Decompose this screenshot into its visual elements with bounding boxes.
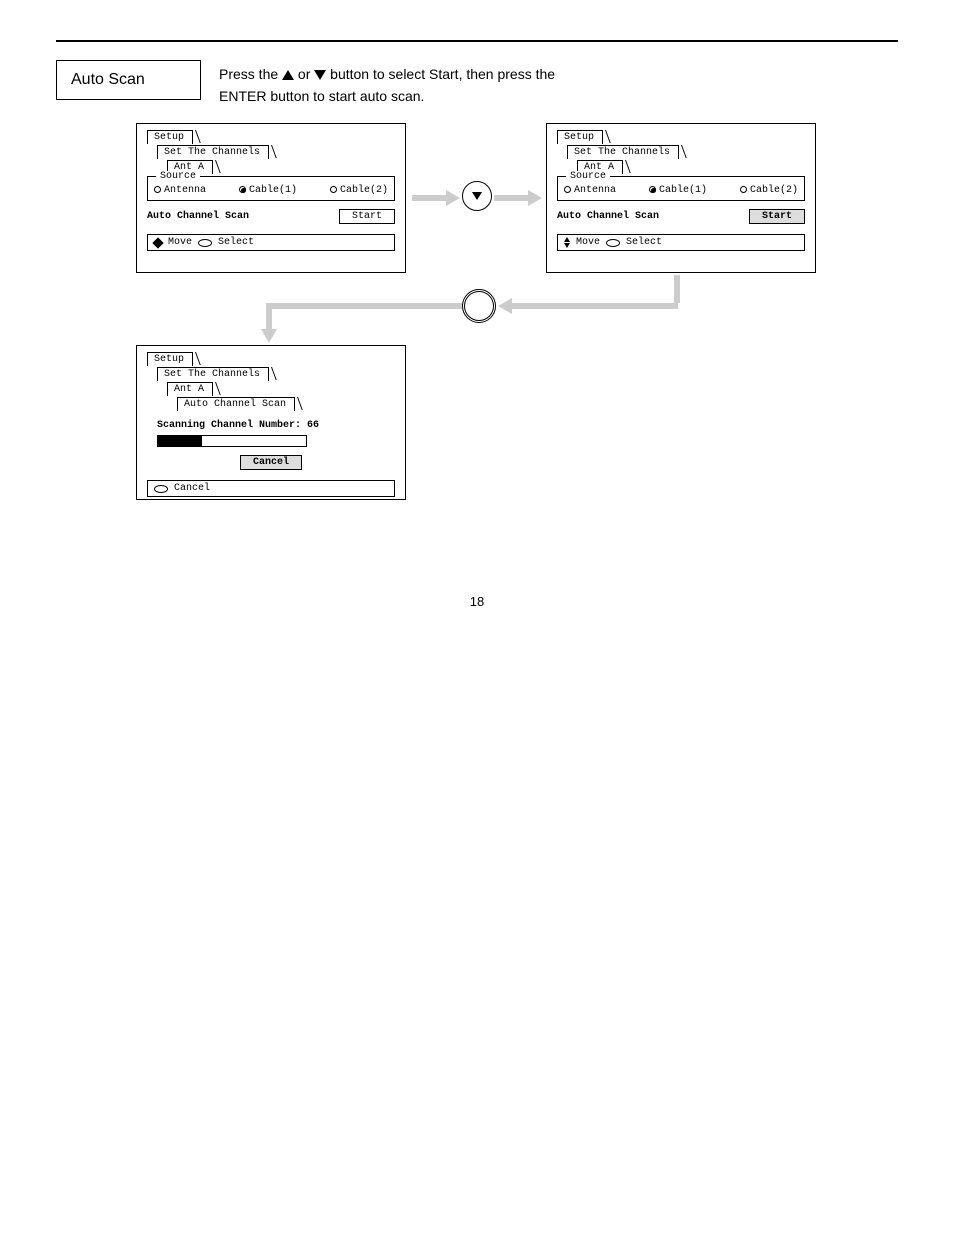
tab-setup: Setup <box>557 130 603 144</box>
move-icon <box>152 237 163 248</box>
section-label-text: Auto Scan <box>71 71 145 88</box>
radio-cable2[interactable]: Cable(2) <box>740 185 798 196</box>
select-icon <box>198 239 212 247</box>
nav-bar: Move Select <box>147 234 395 251</box>
radio-cable1[interactable]: Cable(1) <box>239 185 297 196</box>
page-number: 18 <box>0 594 954 609</box>
select-icon <box>606 239 620 247</box>
flow-arrow <box>266 303 272 333</box>
progress-fill <box>158 436 202 446</box>
flow-arrow <box>674 275 680 303</box>
up-arrow-icon <box>282 70 294 80</box>
nav-bar: Cancel <box>147 480 395 497</box>
remote-down-button[interactable] <box>462 181 492 211</box>
radio-cable1[interactable]: Cable(1) <box>649 185 707 196</box>
source-box: Source Antenna Cable(1) Cable(2) <box>557 176 805 201</box>
instr-frag: Press the <box>219 66 282 82</box>
start-button-highlighted[interactable]: Start <box>749 209 805 224</box>
down-arrow-icon <box>314 70 326 80</box>
tab-ant: Ant A <box>167 382 213 396</box>
tab-setchannels: Set The Channels <box>157 367 269 381</box>
radio-antenna[interactable]: Antenna <box>154 185 206 196</box>
flow-diagram: Setup Set The Channels Ant A Source Ante… <box>56 123 898 563</box>
radio-cable2[interactable]: Cable(2) <box>330 185 388 196</box>
menu-panel-3: Setup Set The Channels Ant A Auto Channe… <box>136 345 406 500</box>
auto-scan-label: Auto Channel Scan <box>147 211 249 222</box>
menu-panel-1: Setup Set The Channels Ant A Source Ante… <box>136 123 406 273</box>
source-box: Source Antenna Cable(1) Cable(2) <box>147 176 395 201</box>
nav-cancel: Cancel <box>174 483 210 494</box>
instr-frag: ENTER button to start auto scan. <box>219 88 424 104</box>
move-icon <box>564 237 570 248</box>
tab-setup: Setup <box>147 352 193 366</box>
menu-panel-2: Setup Set The Channels Ant A Source Ante… <box>546 123 816 273</box>
top-rule <box>56 40 898 42</box>
scanning-message: Scanning Channel Number: 66 <box>157 420 397 431</box>
remote-enter-button[interactable] <box>462 289 496 323</box>
flow-arrow <box>412 195 450 201</box>
nav-bar: Move Select <box>557 234 805 251</box>
instruction-text: Press the or button to select Start, the… <box>219 60 898 107</box>
progress-bar <box>157 435 307 447</box>
source-legend: Source <box>156 171 200 182</box>
instr-frag: button to select Start, then press the <box>330 66 555 82</box>
flow-arrow <box>494 195 532 201</box>
flow-arrow <box>508 303 678 309</box>
tab-setup: Setup <box>147 130 193 144</box>
cancel-icon <box>154 485 168 493</box>
nav-select: Select <box>218 237 254 248</box>
tab-setchannels: Set The Channels <box>157 145 269 159</box>
cancel-button[interactable]: Cancel <box>240 455 302 470</box>
auto-scan-label: Auto Channel Scan <box>557 211 659 222</box>
source-legend: Source <box>566 171 610 182</box>
nav-select: Select <box>626 237 662 248</box>
tab-setchannels: Set The Channels <box>567 145 679 159</box>
nav-move: Move <box>576 237 600 248</box>
instr-frag: or <box>298 66 314 82</box>
section-label-box: Auto Scan <box>56 60 201 100</box>
flow-arrow <box>266 303 462 309</box>
start-button[interactable]: Start <box>339 209 395 224</box>
tab-autoscan: Auto Channel Scan <box>177 397 295 411</box>
radio-antenna[interactable]: Antenna <box>564 185 616 196</box>
down-arrow-icon <box>472 192 482 200</box>
nav-move: Move <box>168 237 192 248</box>
